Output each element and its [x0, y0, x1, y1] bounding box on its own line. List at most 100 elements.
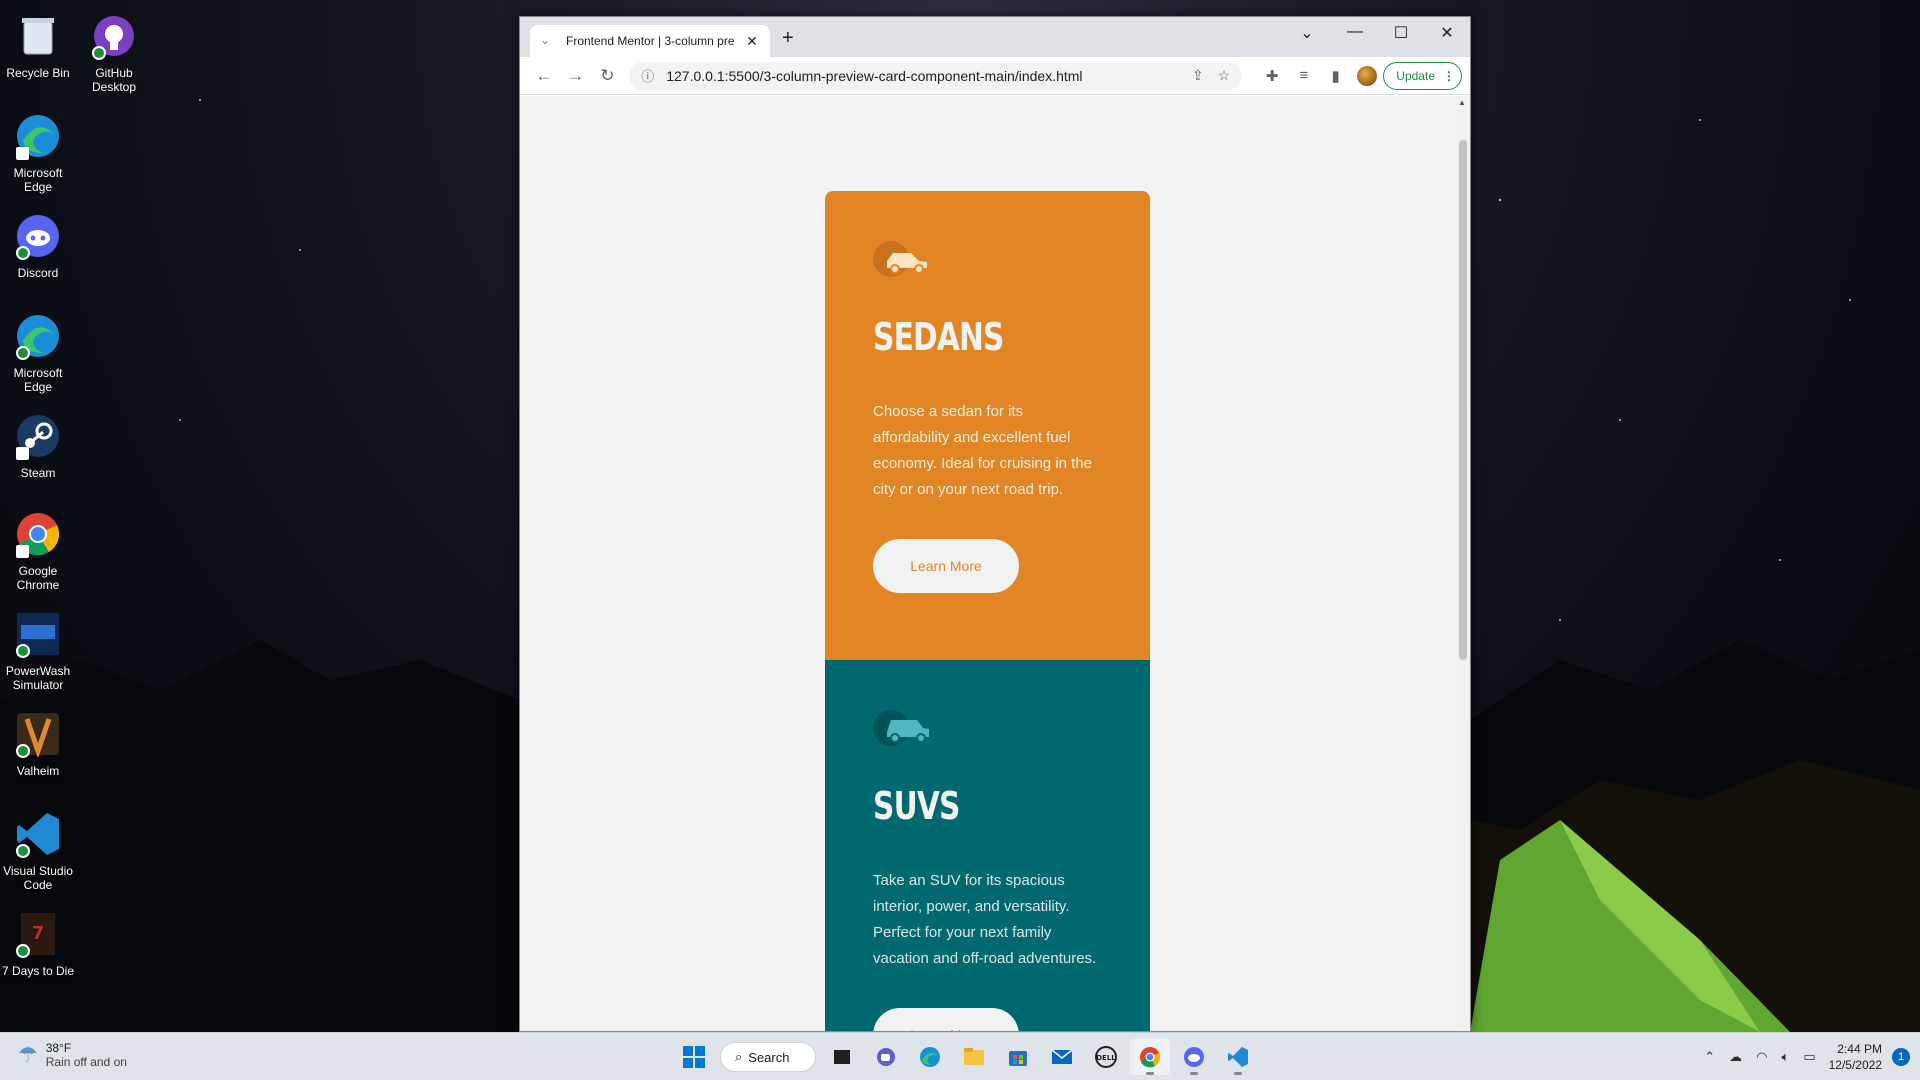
- site-info-icon[interactable]: ⓘ: [641, 66, 654, 85]
- file-explorer-button[interactable]: [954, 1039, 994, 1075]
- mail-button[interactable]: [1042, 1039, 1082, 1075]
- system-tray: ⌃ ☁ ◠ 🔈︎ ▭ 2:44 PM 12/5/2022 1: [1697, 1033, 1920, 1080]
- browser-tab-active[interactable]: ⌄ Frontend Mentor | 3-column pre ✕: [530, 25, 770, 57]
- steam-icon: [12, 410, 64, 462]
- bookmark-star-icon[interactable]: ☆: [1218, 67, 1231, 84]
- windows-taskbar: ☂ 38°F Rain off and on ⌕ Search DELL ⌃ ☁…: [0, 1032, 1920, 1080]
- suv-car-icon: [873, 708, 937, 748]
- side-panel-icon[interactable]: ▮: [1320, 67, 1352, 85]
- taskbar-clock[interactable]: 2:44 PM 12/5/2022: [1829, 1041, 1882, 1073]
- tab-search-chevron-icon[interactable]: ⌄: [1284, 23, 1330, 43]
- desktop-icon-label: Recycle Bin: [6, 66, 70, 80]
- edge-taskbar-button[interactable]: [910, 1039, 950, 1075]
- store-icon: [1009, 1051, 1027, 1066]
- desktop-icon-label: Microsoft Edge: [13, 166, 63, 194]
- show-hidden-icons-chevron-icon[interactable]: ⌃: [1704, 1049, 1715, 1065]
- vscode-icon: [12, 808, 64, 860]
- battery-icon[interactable]: ▭: [1803, 1049, 1815, 1065]
- weather-widget[interactable]: ☂ 38°F Rain off and on: [18, 1041, 127, 1069]
- close-window-icon[interactable]: ✕: [1424, 23, 1470, 43]
- update-label: Update: [1396, 68, 1435, 83]
- task-view-button[interactable]: [822, 1039, 862, 1075]
- address-bar[interactable]: ⓘ 127.0.0.1:5500/3-column-preview-card-c…: [629, 61, 1243, 90]
- menu-dots-icon[interactable]: ⋮: [1443, 69, 1455, 83]
- page-scrollbar[interactable]: ▲: [1456, 96, 1470, 1031]
- 7days-icon: 7: [12, 908, 64, 960]
- desktop-icon-7days[interactable]: 7 7 Days to Die: [0, 904, 76, 978]
- desktop-icon-edge[interactable]: Microsoft Edge: [0, 106, 76, 194]
- forward-arrow-icon[interactable]: →: [560, 66, 592, 86]
- start-button[interactable]: [674, 1039, 714, 1075]
- ms-store-button[interactable]: [998, 1039, 1038, 1075]
- desktop-icon-label: PowerWash Simulator: [5, 664, 71, 692]
- card-title: Sedans: [873, 315, 1004, 359]
- wifi-icon[interactable]: ◠: [1756, 1049, 1767, 1065]
- discord-icon: [1184, 1047, 1204, 1067]
- desktop-icon-discord[interactable]: Discord: [0, 206, 76, 280]
- search-icon: ⌕: [735, 1049, 743, 1064]
- desktop-icon-label: Microsoft Edge: [13, 366, 63, 394]
- profile-avatar[interactable]: [1357, 65, 1378, 86]
- notification-badge[interactable]: 1: [1892, 1048, 1910, 1066]
- clock-date: 12/5/2022: [1828, 1058, 1882, 1072]
- mail-icon: [1051, 1049, 1073, 1064]
- browser-toolbar: ← → ↻ ⓘ 127.0.0.1:5500/3-column-preview-…: [520, 57, 1470, 95]
- weather-temp: 38°F: [45, 1041, 72, 1055]
- volume-icon[interactable]: 🔈︎: [1782, 1049, 1790, 1065]
- valheim-icon: [12, 708, 64, 760]
- chrome-icon: [12, 508, 64, 560]
- folder-icon: [964, 1048, 984, 1065]
- tab-close-icon[interactable]: ✕: [744, 33, 760, 50]
- vscode-taskbar-button[interactable]: [1218, 1039, 1258, 1075]
- edge-icon: [12, 110, 64, 162]
- new-tab-icon[interactable]: +: [782, 27, 794, 50]
- extensions-puzzle-icon[interactable]: ✚: [1256, 67, 1288, 85]
- windows-logo-icon: [683, 1046, 705, 1068]
- taskbar-apps: ⌕ Search DELL: [672, 1039, 1260, 1075]
- dell-icon: DELL: [1095, 1046, 1117, 1068]
- learn-more-button[interactable]: Learn More: [873, 1008, 1019, 1031]
- desktop-icon-edge-2[interactable]: Microsoft Edge: [0, 306, 76, 394]
- scrollbar-thumb[interactable]: [1459, 140, 1467, 660]
- card-title: SUVs: [873, 784, 960, 828]
- chrome-taskbar-button[interactable]: [1130, 1039, 1170, 1075]
- desktop-icon-label: Steam: [20, 466, 56, 480]
- frontend-mentor-favicon-icon: ⌄: [540, 33, 551, 47]
- desktop-icon-github-desktop[interactable]: GitHub Desktop: [76, 6, 152, 94]
- desktop-icon-chrome[interactable]: Google Chrome: [0, 504, 76, 592]
- discord-taskbar-button[interactable]: [1174, 1039, 1214, 1075]
- share-icon[interactable]: ⇪: [1192, 67, 1204, 84]
- maximize-icon[interactable]: ☐: [1378, 23, 1424, 43]
- task-view-icon: [834, 1050, 850, 1064]
- desktop-icon-label: Valheim: [16, 764, 60, 778]
- weather-desc: Rain off and on: [45, 1055, 127, 1069]
- desktop-icon-steam[interactable]: Steam: [0, 406, 76, 480]
- desktop-icon-valheim[interactable]: Valheim: [0, 704, 76, 778]
- taskbar-search[interactable]: ⌕ Search: [720, 1042, 816, 1072]
- card-description: Take an SUV for its spacious interior, p…: [873, 872, 1097, 967]
- page-viewport: Sedans Choose a sedan for its affordabil…: [520, 96, 1470, 1031]
- card-description: Choose a sedan for its affordability and…: [873, 403, 1093, 498]
- reload-icon[interactable]: ↻: [591, 66, 623, 86]
- desktop-icon-label: Visual Studio Code: [3, 864, 73, 892]
- update-button[interactable]: Update ⋮: [1383, 61, 1462, 90]
- onedrive-cloud-icon[interactable]: ☁: [1729, 1049, 1742, 1065]
- chrome-icon: [1140, 1047, 1160, 1068]
- desktop-icon-powerwash[interactable]: PowerWash Simulator: [0, 604, 76, 692]
- teams-chat-button[interactable]: [866, 1039, 906, 1075]
- dell-button[interactable]: DELL: [1086, 1039, 1126, 1075]
- tab-title: Frontend Mentor | 3-column pre: [566, 34, 735, 48]
- clock-time: 2:44 PM: [1837, 1042, 1882, 1056]
- scroll-up-arrow-icon[interactable]: ▲: [1458, 98, 1466, 107]
- discord-icon: [12, 210, 64, 262]
- github-desktop-icon: [88, 10, 140, 62]
- reading-list-icon[interactable]: ≡: [1288, 67, 1320, 84]
- vscode-icon: [1228, 1047, 1248, 1067]
- minimize-icon[interactable]: —: [1332, 23, 1378, 41]
- powerwash-icon: [12, 608, 64, 660]
- back-arrow-icon[interactable]: ←: [528, 66, 560, 86]
- desktop-icon-vscode[interactable]: Visual Studio Code: [0, 804, 76, 892]
- desktop-icon-recycle-bin[interactable]: Recycle Bin: [0, 6, 76, 80]
- search-label: Search: [748, 1049, 790, 1065]
- learn-more-button[interactable]: Learn More: [873, 539, 1019, 593]
